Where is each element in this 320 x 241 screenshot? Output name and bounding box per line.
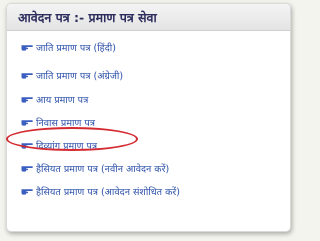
link-residence-certificate[interactable]: निवास प्रमाण पत्र bbox=[21, 114, 95, 130]
link-caste-certificate-english[interactable]: जाति प्रमाण पत्र (अंग्रेजी) bbox=[21, 67, 123, 83]
pointing-hand-icon bbox=[21, 120, 33, 126]
link-status-certificate-new[interactable]: हैसियत प्रमाण पत्र (नवीन आवेदन करें) bbox=[21, 160, 169, 176]
pointing-hand-icon bbox=[21, 97, 33, 103]
pointing-hand-icon bbox=[21, 143, 33, 149]
link-status-certificate-modify[interactable]: हैसियत प्रमाण पत्र (आवेदन संशोधित करें) bbox=[21, 183, 180, 199]
link-disability-certificate[interactable]: दिव्यांग प्रमाण पत्र bbox=[21, 137, 97, 153]
pointing-hand-icon bbox=[21, 73, 33, 79]
link-label: जाति प्रमाण पत्र (हिंदी) bbox=[36, 42, 116, 54]
panel-header: आवेदन पत्र :- प्रमाण पत्र सेवा bbox=[7, 4, 290, 31]
pointing-hand-icon bbox=[21, 166, 33, 172]
link-label: हैसियत प्रमाण पत्र (आवेदन संशोधित करें) bbox=[36, 186, 180, 198]
link-label: आय प्रमाण पत्र bbox=[36, 94, 89, 106]
link-caste-certificate-hindi[interactable]: जाति प्रमाण पत्र (हिंदी) bbox=[21, 39, 116, 55]
link-income-certificate[interactable]: आय प्रमाण पत्र bbox=[21, 91, 88, 107]
link-label: हैसियत प्रमाण पत्र (नवीन आवेदन करें) bbox=[36, 163, 170, 175]
link-label: दिव्यांग प्रमाण पत्र bbox=[36, 140, 98, 152]
pointing-hand-icon bbox=[21, 45, 33, 51]
link-label: निवास प्रमाण पत्र bbox=[36, 117, 95, 129]
pointing-hand-icon bbox=[21, 189, 33, 195]
link-label: जाति प्रमाण पत्र (अंग्रेजी) bbox=[36, 70, 124, 82]
panel-title: आवेदन पत्र :- प्रमाण पत्र सेवा bbox=[18, 9, 157, 25]
certificate-services-panel: आवेदन पत्र :- प्रमाण पत्र सेवा जाति प्रम… bbox=[6, 3, 291, 232]
